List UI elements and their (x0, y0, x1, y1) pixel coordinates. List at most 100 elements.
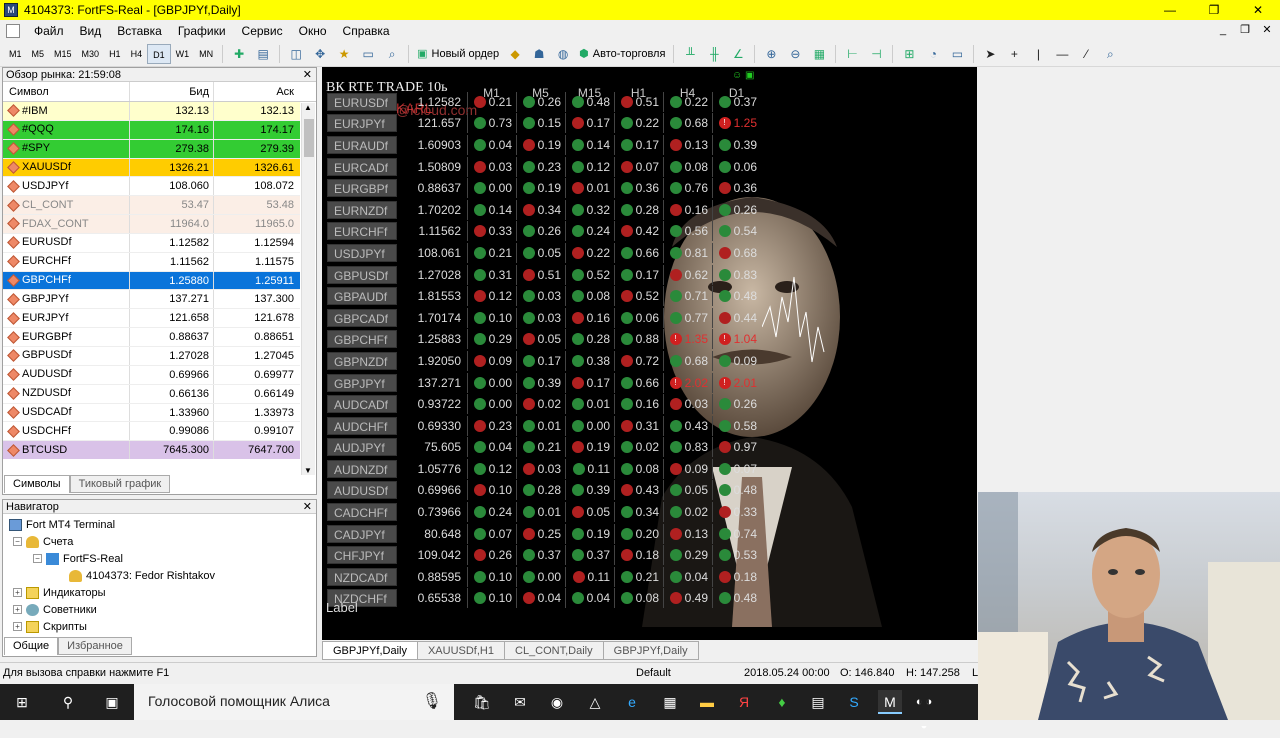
chart-tab-2[interactable]: XAUUSDf,H1 (416, 641, 505, 660)
market-watch-row[interactable]: USDCADf 1.33960 1.33973 (3, 403, 300, 423)
tab-symbols[interactable]: Символы (4, 475, 70, 493)
menu-help[interactable]: Справка (335, 24, 398, 38)
autotrading-button[interactable]: ⬢ Авто-торговля (575, 43, 669, 65)
menu-window[interactable]: Окно (291, 24, 335, 38)
matrix-symbol[interactable]: AUDCHFf (327, 416, 397, 435)
tf-m5[interactable]: M5 (27, 44, 50, 64)
mail-icon[interactable]: ✉ (508, 690, 532, 714)
scroll-down-icon[interactable]: ▼ (304, 466, 312, 475)
tf-m30[interactable]: M30 (77, 44, 105, 64)
store-icon[interactable]: 🛍 (470, 690, 494, 714)
market-watch-row[interactable]: #IBM 132.13 132.13 (3, 102, 300, 121)
trendline-icon[interactable]: ⁄ (1076, 44, 1096, 64)
tile-icon[interactable]: ▦ (809, 44, 829, 64)
metatrader-icon[interactable]: M (878, 690, 902, 714)
market-watch-row[interactable]: EURJPYf 121.658 121.678 (3, 309, 300, 329)
new-order-button[interactable]: ▣ Новый ордер (413, 43, 503, 65)
hline-icon[interactable]: — (1052, 44, 1072, 64)
market-watch-row[interactable]: #SPY 279.38 279.39 (3, 139, 300, 159)
close-icon[interactable]: ✕ (303, 68, 312, 82)
nav-experts[interactable]: + Советники (13, 601, 97, 618)
tf-h4[interactable]: H4 (126, 44, 148, 64)
chart-shift-icon[interactable]: ⊣ (866, 44, 886, 64)
microphone-icon[interactable]: 🎙 (422, 691, 442, 711)
matrix-symbol[interactable]: EURCADf (327, 157, 397, 176)
matrix-symbol[interactable]: AUDCADf (327, 395, 397, 414)
edge-icon[interactable]: e (620, 690, 644, 714)
skype-icon[interactable]: S (842, 690, 866, 714)
matrix-symbol[interactable]: USDJPYf (327, 243, 397, 262)
market-watch-row[interactable]: BTCUSD 7645.300 7647.700 (3, 441, 300, 459)
market-watch-scrollbar[interactable]: ▲ ▼ (301, 103, 315, 475)
child-restore-icon[interactable]: ❐ (1234, 20, 1256, 41)
matrix-symbol[interactable]: GBPAUDf (327, 287, 397, 306)
nav-root[interactable]: Fort MT4 Terminal (9, 516, 115, 533)
matrix-symbol[interactable]: GBPCHFf (327, 330, 397, 349)
globe-icon[interactable]: ◍ (553, 44, 573, 64)
child-close-icon[interactable]: ✕ (1256, 20, 1278, 41)
matrix-symbol[interactable]: EURAUDf (327, 135, 397, 154)
col-symbol[interactable]: Символ (3, 82, 130, 101)
matrix-symbol[interactable]: CHFJPYf (327, 546, 397, 565)
market-watch-row[interactable]: USDJPYf 108.060 108.072 (3, 177, 300, 197)
indicators-icon[interactable]: ⊞ (899, 44, 919, 64)
tf-h1[interactable]: H1 (104, 44, 126, 64)
market-watch-row[interactable]: GBPJPYf 137.271 137.300 (3, 290, 300, 310)
vline-icon[interactable]: | (1028, 44, 1048, 64)
chart-tab-4[interactable]: GBPJPYf,Daily (602, 641, 699, 660)
minimize-button[interactable]: — (1148, 0, 1192, 20)
periods-icon[interactable]: ◔ (923, 44, 943, 64)
scroll-up-icon[interactable]: ▲ (304, 103, 312, 112)
child-minimize-icon[interactable]: _ (1212, 20, 1234, 41)
metaeditor-icon[interactable]: ◆ (505, 44, 525, 64)
market-watch-row[interactable]: EURUSDf 1.12582 1.12594 (3, 233, 300, 253)
matrix-symbol[interactable]: GBPJPYf (327, 373, 397, 392)
collapse-icon[interactable]: − (13, 537, 22, 546)
matrix-symbol[interactable]: GBPCADf (327, 308, 397, 327)
menu-file[interactable]: Файл (26, 24, 72, 38)
tab-common[interactable]: Общие (4, 637, 59, 655)
expand-icon[interactable]: + (13, 605, 22, 614)
menu-charts[interactable]: Графики (170, 24, 234, 38)
chart-window[interactable]: ВК RTE TRADE 10ь KARL @icloud.com ☺ ▣ M1… (322, 67, 977, 640)
tf-d1[interactable]: D1 (147, 43, 171, 64)
matrix-symbol[interactable]: GBPNZDf (327, 351, 397, 370)
browser-icon[interactable]: ◉ (545, 690, 569, 714)
matrix-symbol[interactable]: EURJPYf (327, 114, 397, 133)
matrix-symbol[interactable]: EURGBPf (327, 179, 397, 198)
status-profile[interactable]: Default (636, 667, 671, 679)
tab-tick-chart[interactable]: Тиковый график (69, 475, 171, 493)
tray-icons[interactable]: ◐ ◑ ◒ (912, 690, 936, 732)
close-button[interactable]: ✕ (1236, 0, 1280, 20)
assistant-search-box[interactable]: Голосовой помощник Алиса 🎙 (134, 684, 454, 720)
market-watch-row[interactable]: NZDUSDf 0.66136 0.66149 (3, 384, 300, 404)
zoom-in-icon[interactable]: ⊕ (761, 44, 781, 64)
news-icon[interactable]: ▤ (806, 690, 830, 714)
line-chart-icon[interactable]: ∠ (728, 44, 748, 64)
expand-icon[interactable]: + (13, 588, 22, 597)
menu-view[interactable]: Вид (72, 24, 110, 38)
drive-icon[interactable]: △ (583, 690, 607, 714)
matrix-symbol[interactable]: EURUSDf (327, 92, 397, 111)
candles-icon[interactable]: ╫ (704, 44, 724, 64)
chart-tab-3[interactable]: CL_CONT,Daily (504, 641, 604, 660)
nav-server[interactable]: − FortFS-Real (33, 550, 123, 567)
signals-icon[interactable]: ☗ (529, 44, 549, 64)
zoom-out-icon[interactable]: ⊖ (785, 44, 805, 64)
cursor-icon[interactable]: ➤ (980, 44, 1000, 64)
folder-icon[interactable]: ▬ (695, 690, 719, 714)
data-window-icon[interactable]: ✥ (310, 44, 330, 64)
autoscroll-icon[interactable]: ⊢ (842, 44, 862, 64)
market-watch-row[interactable]: XAUUSDf 1326.21 1326.61 (3, 158, 300, 178)
nav-indicators[interactable]: + Индикаторы (13, 584, 106, 601)
col-ask[interactable]: Аск (214, 82, 298, 101)
yandex-icon[interactable]: Я (732, 690, 756, 714)
search-icon[interactable]: ⚲ (56, 690, 80, 714)
matrix-symbol[interactable]: AUDNZDf (327, 459, 397, 478)
market-watch-row[interactable]: GBPCHFf 1.25880 1.25911 (3, 271, 300, 291)
matrix-symbol[interactable]: NZDCADf (327, 567, 397, 586)
scroll-thumb[interactable] (304, 119, 314, 157)
chart-tab-1[interactable]: GBPJPYf,Daily (322, 641, 418, 660)
terminal-icon[interactable]: ▭ (358, 44, 378, 64)
nav-scripts[interactable]: + Скрипты (13, 618, 87, 635)
